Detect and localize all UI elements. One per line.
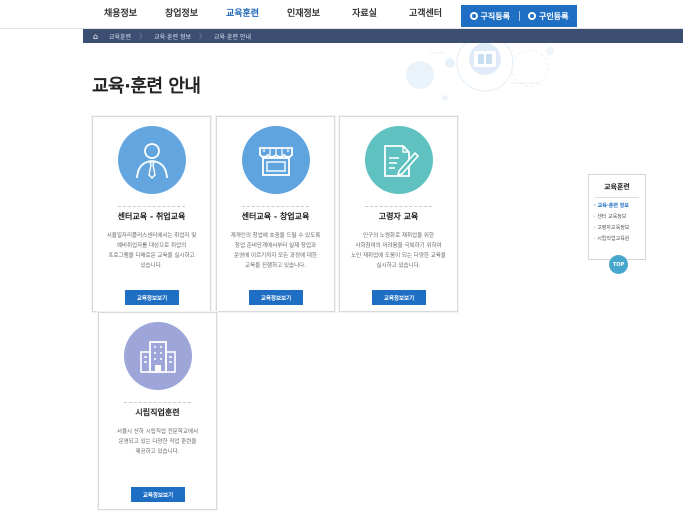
- divider: [242, 206, 309, 207]
- main-menu: 채용정보 창업정보 교육훈련 인재정보 자료실 고객센터: [90, 0, 456, 29]
- breadcrumb: ⌂ 교육훈련 〉 교육·훈련 정보 〉 교육·훈련 안내: [83, 29, 683, 43]
- side-menu-title: 교육훈련: [604, 183, 630, 191]
- side-menu-item[interactable]: · 시립직업교육원: [594, 234, 645, 245]
- divider: [124, 402, 191, 403]
- card-title: 시립직업훈련: [135, 408, 180, 417]
- circle-icon: [469, 12, 478, 20]
- job-seek-register-button[interactable]: 구직등록: [461, 11, 519, 22]
- side-menu-item-label: 고령자교육정보: [597, 225, 630, 231]
- breadcrumb-item-1[interactable]: 교육훈련: [109, 32, 131, 41]
- divider: [118, 206, 185, 207]
- menu-item-education[interactable]: 교육훈련: [212, 0, 273, 29]
- chevron-right-icon: 〉: [139, 32, 147, 40]
- side-menu-item-label: 교육·훈련 정보: [597, 203, 629, 209]
- scroll-top-button[interactable]: TOP: [609, 255, 628, 274]
- menu-item-customer-center[interactable]: 고객센터: [395, 0, 456, 29]
- side-menu-list: · 교육·훈련 정보 · 센터 교육정보 · 고령자교육정보 · 시립직업교육원: [589, 201, 645, 245]
- side-menu-item[interactable]: · 교육·훈련 정보: [594, 201, 645, 212]
- breadcrumb-item-3[interactable]: 교육·훈련 안내: [214, 32, 251, 41]
- card-description: 인구의 노령화로 재취업을 위한 사회참여의 어려움을 극복하기 위하여 노인 …: [351, 233, 446, 269]
- education-card-senior: 고령자 교육 인구의 노령화로 재취업을 위한 사회참여의 어려움을 극복하기 …: [339, 116, 458, 312]
- side-menu-item[interactable]: · 센터 교육정보: [594, 212, 645, 223]
- circle-icon: [528, 12, 537, 20]
- top-navigation: 채용정보 창업정보 교육훈련 인재정보 자료실 고객센터 구직등록 구인등록: [0, 0, 683, 29]
- education-card-vocational: 시립직업훈련 서울시 산하 시립직업 전문학교에서 운영되고 있는 다양한 직업…: [98, 312, 217, 510]
- card-description: 서울시 산하 시립직업 전문학교에서 운영되고 있는 다양한 직업 훈련을 제공…: [116, 429, 199, 455]
- view-education-button[interactable]: 교육정보보기: [372, 290, 426, 305]
- job-offer-register-label: 구인등록: [539, 11, 569, 21]
- menu-item-recruit[interactable]: 채용정보: [90, 0, 151, 29]
- card-title: 고령자 교육: [378, 212, 419, 221]
- education-card-employment: 센터교육 - 취업교육 서울일자리플러스센터에서는 취업자 및 예비취업자를 대…: [92, 116, 211, 312]
- job-offer-register-button[interactable]: 구인등록: [520, 11, 578, 22]
- page-title: 교육·훈련 안내: [92, 76, 201, 97]
- job-seek-register-label: 구직등록: [480, 11, 510, 21]
- card-title: 센터교육 - 창업교육: [241, 212, 310, 221]
- side-quick-menu: 교육훈련 · 교육·훈련 정보 · 센터 교육정보 · 고령자교육정보 · 시립…: [588, 174, 646, 274]
- home-icon[interactable]: ⌂: [93, 32, 109, 41]
- card-description: 계개인의 창업에 초중을 드릴 수 있도록 창업 준비단계에서부터 실제 창업과…: [230, 233, 321, 269]
- view-education-button[interactable]: 교육정보보기: [125, 290, 179, 305]
- register-buttons: 구직등록 구인등록: [461, 5, 577, 27]
- divider: [365, 206, 432, 207]
- side-menu-item-label: 시립직업교육원: [597, 236, 630, 242]
- view-education-button[interactable]: 교육정보보기: [249, 290, 303, 305]
- document-pen-icon: [365, 126, 433, 194]
- side-menu-item-label: 센터 교육정보: [597, 214, 627, 220]
- decorative-background-illustration: [406, 43, 554, 101]
- menu-item-resources[interactable]: 자료실: [334, 0, 395, 29]
- menu-item-startup[interactable]: 창업정보: [151, 0, 212, 29]
- card-description: 서울일자리플러스센터에서는 취업자 및 예비취업자를 대상으로 취업의 프로그램…: [106, 233, 197, 269]
- breadcrumb-item-2[interactable]: 교육·훈련 정보: [154, 32, 191, 41]
- card-title: 센터교육 - 취업교육: [117, 212, 186, 221]
- chevron-right-icon: 〉: [199, 32, 207, 40]
- side-menu-item[interactable]: · 고령자교육정보: [594, 223, 645, 234]
- menu-item-talent[interactable]: 인재정보: [273, 0, 334, 29]
- view-education-button[interactable]: 교육정보보기: [131, 487, 185, 502]
- building-icon: [124, 322, 192, 390]
- storefront-icon: [242, 126, 310, 194]
- divider: [595, 197, 639, 198]
- person-tie-icon: [118, 126, 186, 194]
- education-card-startup: 센터교육 - 창업교육 계개인의 창업에 초중을 드릴 수 있도록 창업 준비단…: [216, 116, 335, 312]
